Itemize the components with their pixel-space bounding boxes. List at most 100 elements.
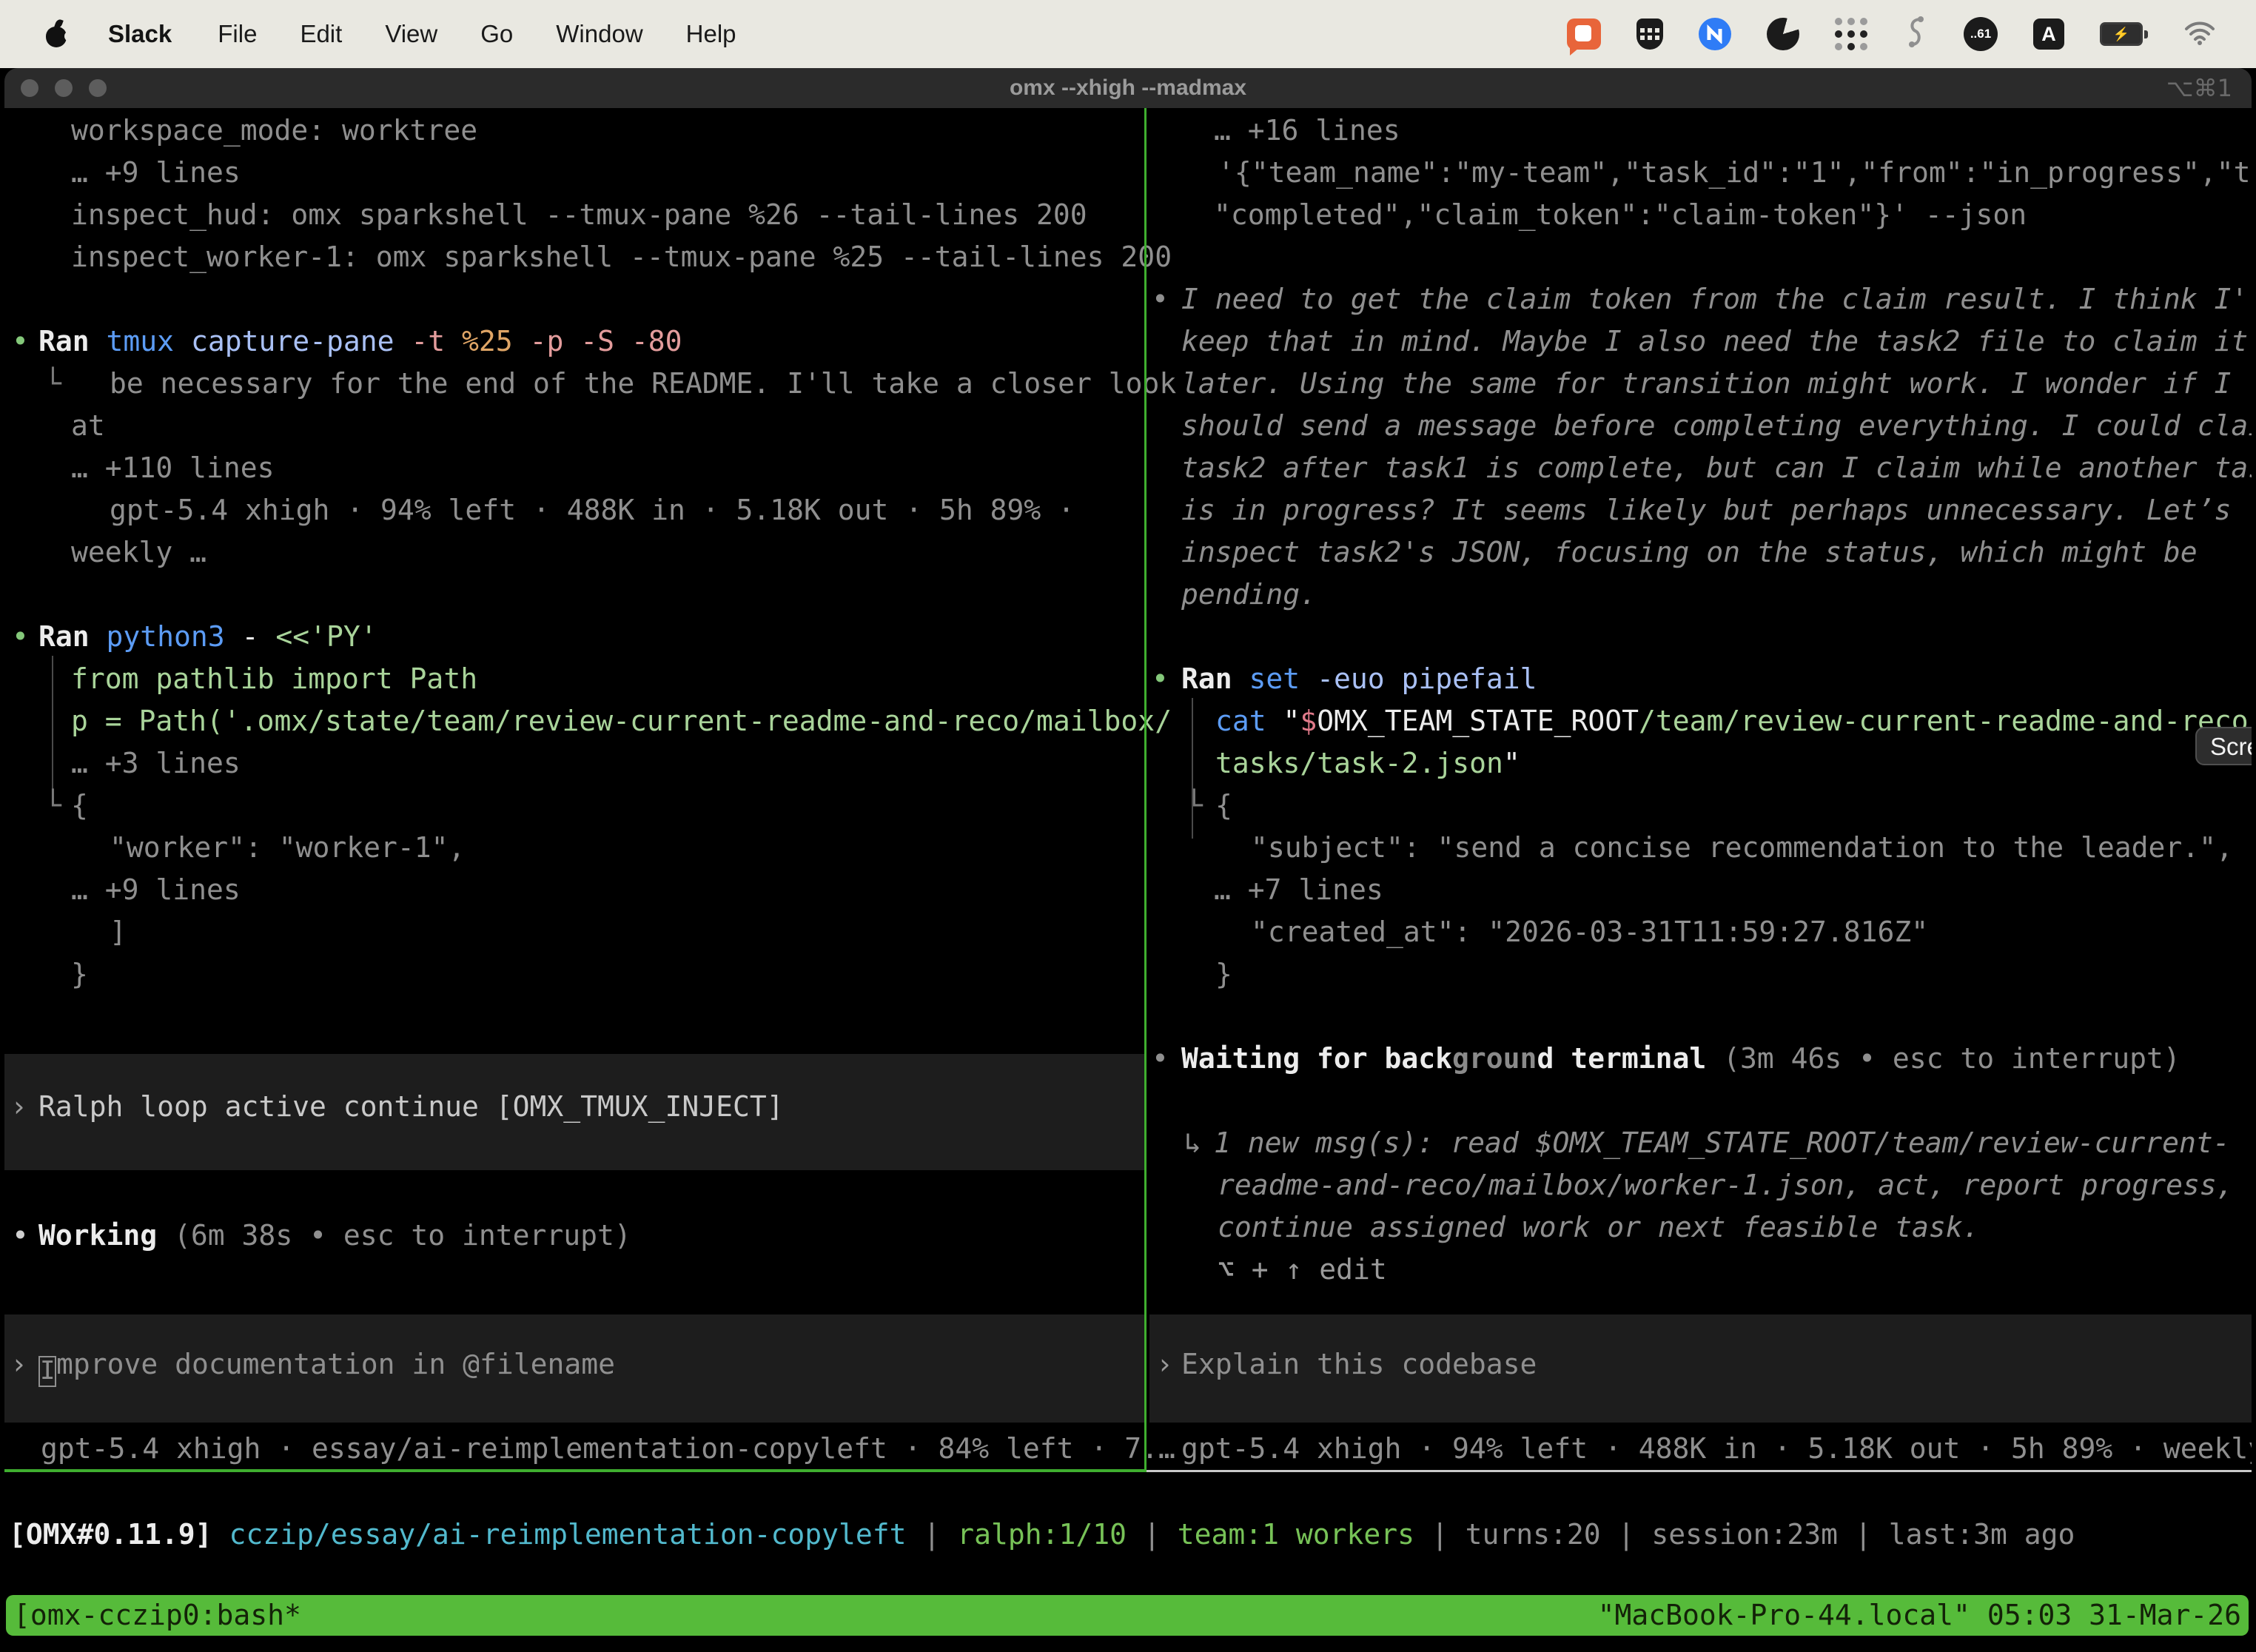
collapsed-lines-indicator: … +9 lines bbox=[71, 869, 241, 911]
app-menus: File Edit View Go Window Help bbox=[218, 20, 736, 48]
thinking-line: later. Using the same for transition mig… bbox=[1181, 363, 2231, 405]
tmux-session-name: [omx-cczip0:bash* bbox=[13, 1594, 301, 1636]
menu-file[interactable]: File bbox=[218, 20, 257, 48]
left-prompt-input[interactable]: Improve documentation in @filename bbox=[38, 1343, 615, 1387]
thinking-bullet: • bbox=[1152, 278, 1169, 320]
command-output-line: at bbox=[71, 405, 105, 447]
json-output-line: "worker": "worker-1", bbox=[110, 827, 465, 869]
json-arg-line: "completed","claim_token":"claim-token"}… bbox=[1214, 194, 2027, 236]
output-corner-glyph: └ bbox=[44, 785, 61, 827]
s-curve-icon[interactable] bbox=[1903, 16, 1928, 53]
omx-turns: turns:20 bbox=[1466, 1518, 1601, 1551]
menu-bar-status-icons: ..61 A ⚡ bbox=[1567, 16, 2216, 53]
json-output-line: "subject": "send a concise recommendatio… bbox=[1251, 827, 2233, 869]
usage-summary-line: weekly … bbox=[71, 531, 207, 574]
collapsed-lines-indicator: … +3 lines bbox=[71, 742, 241, 785]
waiting-bullet: • bbox=[1152, 1038, 1169, 1080]
terminal-window: omx --xhigh --madmax ⌥⌘1 workspace_mode:… bbox=[4, 68, 2252, 1652]
terminal-line: workspace_mode: worktree bbox=[71, 110, 477, 152]
python-heredoc-line: p = Path('.omx/state/team/review-current… bbox=[71, 700, 1172, 742]
omx-session-time: session:23m bbox=[1651, 1518, 1838, 1551]
window-shortcut-hint: ⌥⌘1 bbox=[2166, 68, 2232, 108]
omx-team-workers: team:1 workers bbox=[1178, 1518, 1414, 1551]
mailbox-message-line: continue assigned work or next feasible … bbox=[1218, 1206, 1980, 1249]
ralph-loop-status: Ralph loop active continue [OMX_TMUX_INJ… bbox=[38, 1086, 784, 1128]
json-arg-line: '{"team_name":"my-team","task_id":"1","f… bbox=[1218, 152, 2252, 194]
mailbox-message-line: readme-and-reco/mailbox/worker-1.json, a… bbox=[1218, 1164, 2234, 1206]
apple-menu-icon[interactable] bbox=[44, 19, 70, 49]
working-status: Working (6m 38s • esc to interrupt) bbox=[38, 1215, 631, 1257]
right-pane-bottom-border bbox=[1147, 1470, 2252, 1472]
thinking-line: pending. bbox=[1181, 574, 1317, 616]
menu-help[interactable]: Help bbox=[686, 20, 736, 48]
badge-61-icon[interactable]: ..61 bbox=[1964, 17, 1998, 51]
cat-command-line: tasks/task-2.json" bbox=[1215, 742, 1520, 785]
pane-divider[interactable] bbox=[1144, 108, 1147, 1472]
wifi-icon[interactable] bbox=[2183, 20, 2216, 49]
waiting-status: Waiting for background terminal (3m 46s … bbox=[1181, 1038, 2181, 1080]
json-output-line: ] bbox=[110, 911, 127, 953]
working-bullet: • bbox=[12, 1215, 29, 1257]
omx-ralph-counter: ralph:1/10 bbox=[957, 1518, 1127, 1551]
terminal-line: inspect_hud: omx sparkshell --tmux-pane … bbox=[71, 194, 1087, 236]
json-output-line: } bbox=[1215, 953, 1232, 995]
thinking-line: inspect task2's JSON, focusing on the st… bbox=[1181, 531, 2198, 574]
thinking-line: should send a message before completing … bbox=[1181, 405, 2252, 447]
mailbox-message-line: 1 new msg(s): read $OMX_TEAM_STATE_ROOT/… bbox=[1214, 1122, 2230, 1164]
thinking-line: I need to get the claim token from the c… bbox=[1181, 278, 2252, 320]
shield-grid-icon[interactable] bbox=[1636, 19, 1663, 50]
menu-view[interactable]: View bbox=[385, 20, 437, 48]
text-cursor[interactable]: I bbox=[38, 1356, 56, 1387]
right-prompt-input[interactable]: Explain this codebase bbox=[1181, 1343, 1537, 1386]
window-title: omx --xhigh --madmax bbox=[4, 68, 2252, 108]
omx-project-path: cczip/essay/ai-reimplementation-copyleft bbox=[229, 1518, 906, 1551]
prompt-chevron: › bbox=[10, 1086, 27, 1128]
output-corner-glyph: └ bbox=[44, 363, 61, 405]
omx-version: [OMX#0.11.9] bbox=[9, 1518, 212, 1551]
battery-icon[interactable]: ⚡ bbox=[2100, 22, 2148, 46]
mailbox-arrow-glyph: ↳ bbox=[1184, 1122, 1201, 1164]
collapsed-lines-indicator: … +16 lines bbox=[1214, 110, 1400, 152]
ran-set-command: Ran set -euo pipefail bbox=[1181, 658, 1537, 700]
screen-overlay-button[interactable]: Scre bbox=[2195, 727, 2252, 765]
chat-app-icon[interactable] bbox=[1567, 19, 1601, 50]
window-title-bar[interactable]: omx --xhigh --madmax ⌥⌘1 bbox=[4, 68, 2252, 108]
thinking-line: is in progress? It seems likely but perh… bbox=[1181, 489, 2231, 531]
menu-go[interactable]: Go bbox=[480, 20, 513, 48]
omx-status-bar: [OMX#0.11.9] cczip/essay/ai-reimplementa… bbox=[9, 1514, 2075, 1556]
json-output-line: "created_at": "2026-03-31T11:59:27.816Z" bbox=[1251, 911, 1928, 953]
active-app-name[interactable]: Slack bbox=[108, 20, 172, 48]
command-bullet: • bbox=[12, 320, 29, 363]
terminal-content[interactable]: workspace_mode: worktree … +9 lines insp… bbox=[4, 108, 2252, 1652]
menu-window[interactable]: Window bbox=[556, 20, 642, 48]
ran-tmux-command: Ran tmux capture-pane -t %25 -p -S -80 bbox=[38, 320, 682, 363]
json-output-line: } bbox=[71, 953, 88, 995]
menu-edit[interactable]: Edit bbox=[300, 20, 342, 48]
left-pane-status-line: gpt-5.4 xhigh · essay/ai-reimplementatio… bbox=[41, 1428, 1175, 1470]
thinking-line: keep that in mind. Maybe I also need the… bbox=[1181, 320, 2248, 363]
omx-last-activity: last:3m ago bbox=[1889, 1518, 2075, 1551]
dots-grid-icon[interactable] bbox=[1835, 18, 1867, 50]
command-guide-line bbox=[52, 656, 53, 796]
tmux-host-clock: "MacBook-Pro-44.local" 05:03 31-Mar-26 bbox=[1598, 1594, 2241, 1636]
prompt-chevron: › bbox=[10, 1343, 27, 1386]
pie-circle-icon[interactable] bbox=[1767, 18, 1799, 50]
collapsed-lines-indicator: … +9 lines bbox=[71, 152, 241, 194]
collapsed-lines-indicator: … +7 lines bbox=[1214, 869, 1383, 911]
edit-shortcut-hint: ⌥ + ↑ edit bbox=[1218, 1249, 1387, 1291]
tmux-status-bar: [omx-cczip0:bash* "MacBook-Pro-44.local"… bbox=[6, 1595, 2249, 1636]
json-output-line: { bbox=[71, 785, 88, 827]
thinking-line: task2 after task1 is complete, but can I… bbox=[1181, 447, 2252, 489]
collapsed-lines-indicator: … +110 lines bbox=[71, 447, 275, 489]
cat-command-line: cat "$OMX_TEAM_STATE_ROOT/team/review-cu… bbox=[1215, 700, 2252, 742]
macos-menu-bar: Slack File Edit View Go Window Help ..61… bbox=[0, 0, 2256, 68]
command-output-line: be necessary for the end of the README. … bbox=[110, 363, 1176, 405]
prompt-chevron: › bbox=[1156, 1343, 1173, 1386]
ran-python-command: Ran python3 - <<'PY' bbox=[38, 616, 377, 658]
battery-bolt-glyph: ⚡ bbox=[2100, 22, 2143, 46]
left-pane-bottom-border bbox=[4, 1469, 1147, 1472]
usage-summary-line: gpt-5.4 xhigh · 94% left · 488K in · 5.1… bbox=[110, 489, 1075, 531]
json-output-line: { bbox=[1215, 785, 1232, 827]
letter-a-icon[interactable]: A bbox=[2033, 19, 2064, 50]
blue-seal-icon[interactable] bbox=[1699, 18, 1731, 50]
